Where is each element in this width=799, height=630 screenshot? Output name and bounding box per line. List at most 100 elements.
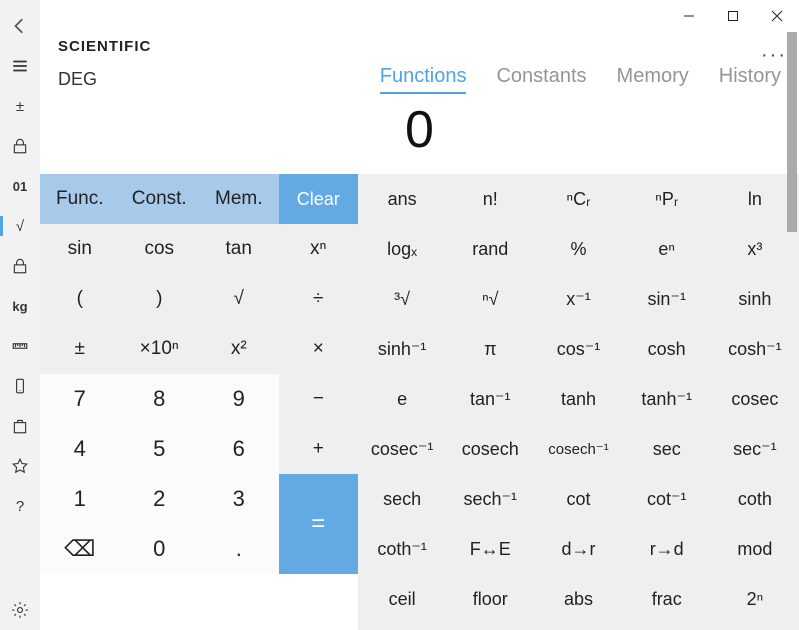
lparen-button[interactable]: ( xyxy=(40,274,120,324)
left-keypad: Func. Const. Mem. Clear sin cos tan xⁿ (… xyxy=(40,174,358,630)
sidebar: ± 01 √ kg ? xyxy=(0,0,40,630)
fn-tanh[interactable]: tanh xyxy=(534,374,622,424)
settings-button[interactable] xyxy=(0,590,40,630)
fn-log[interactable]: logₓ xyxy=(358,224,446,274)
fn-rd[interactable]: r→d xyxy=(623,524,711,574)
fn-cos[interactable]: cos⁻¹ xyxy=(534,324,622,374)
fn-ans[interactable]: ans xyxy=(358,174,446,224)
power-button[interactable]: xⁿ xyxy=(279,224,359,274)
equals-button[interactable]: = xyxy=(279,474,359,574)
fn-cot[interactable]: cot⁻¹ xyxy=(623,474,711,524)
tab-history[interactable]: History xyxy=(719,65,781,94)
maximize-button[interactable] xyxy=(711,0,755,32)
digit-8[interactable]: 8 xyxy=(120,374,200,424)
sidebar-lock2[interactable] xyxy=(0,246,40,286)
digit-7[interactable]: 7 xyxy=(40,374,120,424)
main: ··· SCIENTIFIC DEG Functions Constants M… xyxy=(40,0,799,630)
scrollbar-thumb[interactable] xyxy=(787,32,797,232)
digit-6[interactable]: 6 xyxy=(199,424,279,474)
close-button[interactable] xyxy=(755,0,799,32)
sqrt-button[interactable]: √ xyxy=(199,274,279,324)
fn-cosec[interactable]: cosec⁻¹ xyxy=(358,424,446,474)
sidebar-lock[interactable] xyxy=(0,126,40,166)
fn-[interactable]: ³√ xyxy=(358,274,446,324)
sidebar-plusminus[interactable]: ± xyxy=(0,86,40,126)
menu-button[interactable] xyxy=(0,46,40,86)
fn-sech[interactable]: sech xyxy=(358,474,446,524)
fn-dr[interactable]: d→r xyxy=(534,524,622,574)
fn-cosech[interactable]: cosech xyxy=(446,424,534,474)
fn-fe[interactable]: F↔E xyxy=(446,524,534,574)
fn-n[interactable]: n! xyxy=(446,174,534,224)
fn-tan[interactable]: tan⁻¹ xyxy=(446,374,534,424)
digit-5[interactable]: 5 xyxy=(120,424,200,474)
sidebar-weight[interactable]: kg xyxy=(0,286,40,326)
fn-coth[interactable]: coth⁻¹ xyxy=(358,524,446,574)
sidebar-binary[interactable]: 01 xyxy=(0,166,40,206)
clear-button[interactable]: Clear xyxy=(279,174,359,224)
func-button[interactable]: Func. xyxy=(40,174,120,224)
fn-cosech[interactable]: cosech⁻¹ xyxy=(534,424,622,474)
fn-e[interactable]: e xyxy=(358,374,446,424)
sidebar-star[interactable] xyxy=(0,446,40,486)
fn-[interactable]: π xyxy=(446,324,534,374)
const-button[interactable]: Const. xyxy=(120,174,200,224)
fn-frac[interactable]: frac xyxy=(623,574,711,624)
square-button[interactable]: x² xyxy=(199,324,279,374)
fn-c[interactable]: ⁿCᵣ xyxy=(534,174,622,224)
sidebar-ruler[interactable] xyxy=(0,326,40,366)
tab-memory[interactable]: Memory xyxy=(617,65,689,94)
function-panel: ansn!ⁿCᵣⁿPᵣlnlogₓrand%eⁿx³³√ⁿ√x⁻¹sin⁻¹si… xyxy=(358,174,799,630)
fn-floor[interactable]: floor xyxy=(446,574,534,624)
sidebar-help[interactable]: ? xyxy=(0,486,40,526)
scrollbar[interactable] xyxy=(785,32,799,630)
multiply-button[interactable]: × xyxy=(279,324,359,374)
sidebar-bag[interactable] xyxy=(0,406,40,446)
digit-9[interactable]: 9 xyxy=(199,374,279,424)
fn-sinh[interactable]: sinh⁻¹ xyxy=(358,324,446,374)
divide-button[interactable]: ÷ xyxy=(279,274,359,324)
header: SCIENTIFIC DEG Functions Constants Memor… xyxy=(40,32,799,94)
fn-sech[interactable]: sech⁻¹ xyxy=(446,474,534,524)
tan-button[interactable]: tan xyxy=(199,224,279,274)
fn-tanh[interactable]: tanh⁻¹ xyxy=(623,374,711,424)
sin-button[interactable]: sin xyxy=(40,224,120,274)
tab-constants[interactable]: Constants xyxy=(496,65,586,94)
fn-e[interactable]: eⁿ xyxy=(623,224,711,274)
digit-0[interactable]: 0 xyxy=(120,524,200,574)
tab-bar: Functions Constants Memory History xyxy=(380,65,781,94)
function-grid: ansn!ⁿCᵣⁿPᵣlnlogₓrand%eⁿx³³√ⁿ√x⁻¹sin⁻¹si… xyxy=(358,174,799,630)
sidebar-phone[interactable] xyxy=(0,366,40,406)
digit-1[interactable]: 1 xyxy=(40,474,120,524)
fn-p[interactable]: ⁿPᵣ xyxy=(623,174,711,224)
backspace-button[interactable]: ⌫ xyxy=(40,524,120,574)
fn-abs[interactable]: abs xyxy=(534,574,622,624)
fn-rand[interactable]: rand xyxy=(446,224,534,274)
fn-ceil[interactable]: ceil xyxy=(358,574,446,624)
digit-2[interactable]: 2 xyxy=(120,474,200,524)
exp10-button[interactable]: ×10ⁿ xyxy=(120,324,200,374)
digit-3[interactable]: 3 xyxy=(199,474,279,524)
rparen-button[interactable]: ) xyxy=(120,274,200,324)
tab-functions[interactable]: Functions xyxy=(380,65,467,94)
fn-[interactable]: ⁿ√ xyxy=(446,274,534,324)
back-button[interactable] xyxy=(0,6,40,46)
sidebar-root[interactable]: √ xyxy=(0,206,40,246)
fn-[interactable]: % xyxy=(534,224,622,274)
mem-button[interactable]: Mem. xyxy=(199,174,279,224)
decimal-button[interactable]: . xyxy=(199,524,279,574)
fn-cosh[interactable]: cosh xyxy=(623,324,711,374)
angle-mode[interactable]: DEG xyxy=(58,69,97,90)
more-button[interactable]: ··· xyxy=(761,44,787,67)
minimize-button[interactable] xyxy=(667,0,711,32)
cos-button[interactable]: cos xyxy=(120,224,200,274)
fn-sec[interactable]: sec xyxy=(623,424,711,474)
fn-cot[interactable]: cot xyxy=(534,474,622,524)
titlebar xyxy=(40,0,799,32)
plusminus-button[interactable]: ± xyxy=(40,324,120,374)
plus-button[interactable]: + xyxy=(279,424,359,474)
fn-sin[interactable]: sin⁻¹ xyxy=(623,274,711,324)
minus-button[interactable]: − xyxy=(279,374,359,424)
digit-4[interactable]: 4 xyxy=(40,424,120,474)
fn-x[interactable]: x⁻¹ xyxy=(534,274,622,324)
